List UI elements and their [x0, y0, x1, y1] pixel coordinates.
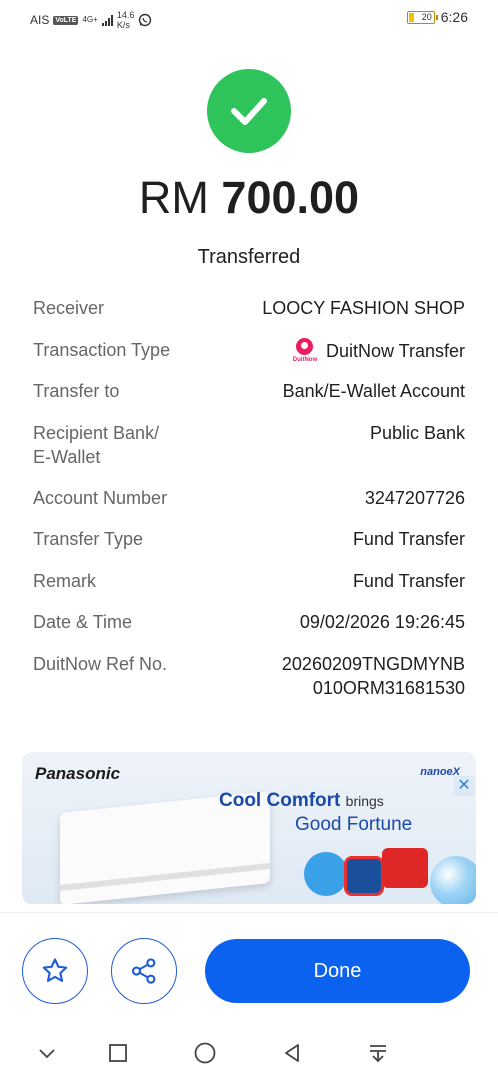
speed-unit: K/s — [116, 20, 130, 30]
ref-no-line2: 010ORM31681530 — [312, 678, 465, 698]
detail-row-transaction-type: Transaction Type DuitNow DuitNow Transfe… — [33, 338, 465, 364]
detail-value: 09/02/2026 19:26:45 — [299, 612, 465, 632]
battery-level: 20 — [421, 11, 432, 22]
system-nav-bar — [0, 1030, 498, 1080]
detail-label: DuitNow Ref No. — [33, 654, 168, 674]
detail-label: Transfer to — [33, 381, 120, 401]
detail-row-account-number: Account Number 3247207726 — [33, 486, 465, 510]
circle-icon[interactable] — [192, 1040, 218, 1066]
detail-value: Fund Transfer — [352, 529, 465, 549]
ad-bubble-image — [430, 856, 476, 904]
ad-angpao-image — [382, 848, 428, 888]
detail-row-transfer-type: Transfer Type Fund Transfer — [33, 527, 465, 551]
detail-value: 3247207726 — [364, 488, 465, 508]
detail-label: Recipient Bank/ E-Wallet — [33, 421, 208, 469]
checkmark-icon — [231, 98, 267, 125]
success-check-icon — [207, 69, 291, 153]
status-right: 20 6:26 — [406, 9, 468, 25]
detail-value: Bank/E-Wallet Account — [282, 381, 465, 401]
transfer-status: Transferred — [197, 246, 301, 268]
detail-value-text: DuitNow Transfer — [325, 341, 465, 361]
detail-label: Account Number — [33, 488, 168, 508]
ad-headline: Cool Comfort brings — [219, 790, 384, 812]
ad-brand-logo: Panasonic — [35, 764, 121, 783]
action-bar: Done — [0, 912, 498, 1030]
speed-value: 14.6 — [116, 10, 135, 20]
detail-label: Transaction Type — [33, 340, 171, 360]
network-type: 4G+ — [82, 15, 98, 24]
share-icon — [131, 958, 156, 984]
amount-value: 700.00 — [221, 172, 360, 223]
duitnow-logo-icon: DuitNow — [290, 338, 320, 364]
whatsapp-icon — [139, 13, 152, 27]
detail-row-recipient-bank: Recipient Bank/ E-Wallet Public Bank — [33, 421, 465, 469]
ref-no-line1: 20260209TNGDMYNB — [281, 654, 465, 674]
favorite-button[interactable] — [22, 938, 88, 1004]
star-icon — [42, 958, 68, 982]
detail-value: 20260209TNGDMYNB 010ORM31681530 — [282, 652, 465, 700]
network-speed: 14.6 K/s — [117, 10, 135, 30]
detail-label: Transfer Type — [33, 529, 144, 549]
amount-currency: RM — [138, 172, 209, 223]
detail-label-line2: E-Wallet — [33, 447, 101, 467]
ad-headline-rest: brings — [345, 793, 384, 809]
ad-close-icon[interactable]: ✕ — [454, 776, 474, 796]
ad-headline-bold: Cool Comfort — [219, 790, 341, 811]
back-triangle-icon[interactable] — [279, 1040, 305, 1066]
ad-mascot-image — [304, 852, 348, 896]
battery-icon: 20 — [406, 10, 438, 24]
status-left: AIS VoLTE 4G+ 14.6 K/s — [30, 10, 152, 30]
detail-label: Date & Time — [33, 612, 133, 632]
detail-row-remark: Remark Fund Transfer — [33, 569, 465, 593]
detail-row-ref-no: DuitNow Ref No. 20260209TNGDMYNB 010ORM3… — [33, 652, 465, 700]
status-bar: AIS VoLTE 4G+ 14.6 K/s 20 6:26 — [0, 0, 498, 36]
share-button[interactable] — [111, 938, 177, 1004]
detail-value: Fund Transfer — [352, 571, 465, 591]
detail-value: Public Bank — [369, 423, 465, 443]
detail-label: Remark — [33, 571, 97, 591]
signal-icon — [101, 14, 113, 26]
clock: 6:26 — [440, 9, 468, 25]
detail-row-date-time: Date & Time 09/02/2026 19:26:45 — [33, 610, 465, 634]
detail-value: DuitNow DuitNow Transfer — [290, 338, 465, 364]
transfer-amount: RM 700.00 — [0, 172, 498, 224]
detail-row-transfer-to: Transfer to Bank/E-Wallet Account — [33, 379, 465, 403]
square-icon[interactable] — [105, 1040, 131, 1066]
detail-label: Receiver — [33, 298, 105, 318]
done-button[interactable]: Done — [205, 939, 470, 1003]
ad-headline-line2: Good Fortune — [295, 814, 413, 835]
carrier-name: AIS — [30, 13, 50, 27]
detail-value: LOOCY FASHION SHOP — [262, 298, 465, 318]
detail-row-receiver: Receiver LOOCY FASHION SHOP — [33, 296, 465, 320]
volte-badge: VoLTE — [53, 15, 79, 25]
chevron-down-icon[interactable] — [34, 1040, 60, 1066]
ad-banner[interactable]: Panasonic nanoeX ✕ Cool Comfort brings G… — [22, 752, 476, 904]
detail-label-line1: Recipient Bank/ — [33, 423, 160, 443]
download-icon[interactable] — [365, 1040, 391, 1066]
ad-card-image — [344, 856, 384, 896]
duitnow-logo-text: DuitNow — [292, 357, 318, 363]
